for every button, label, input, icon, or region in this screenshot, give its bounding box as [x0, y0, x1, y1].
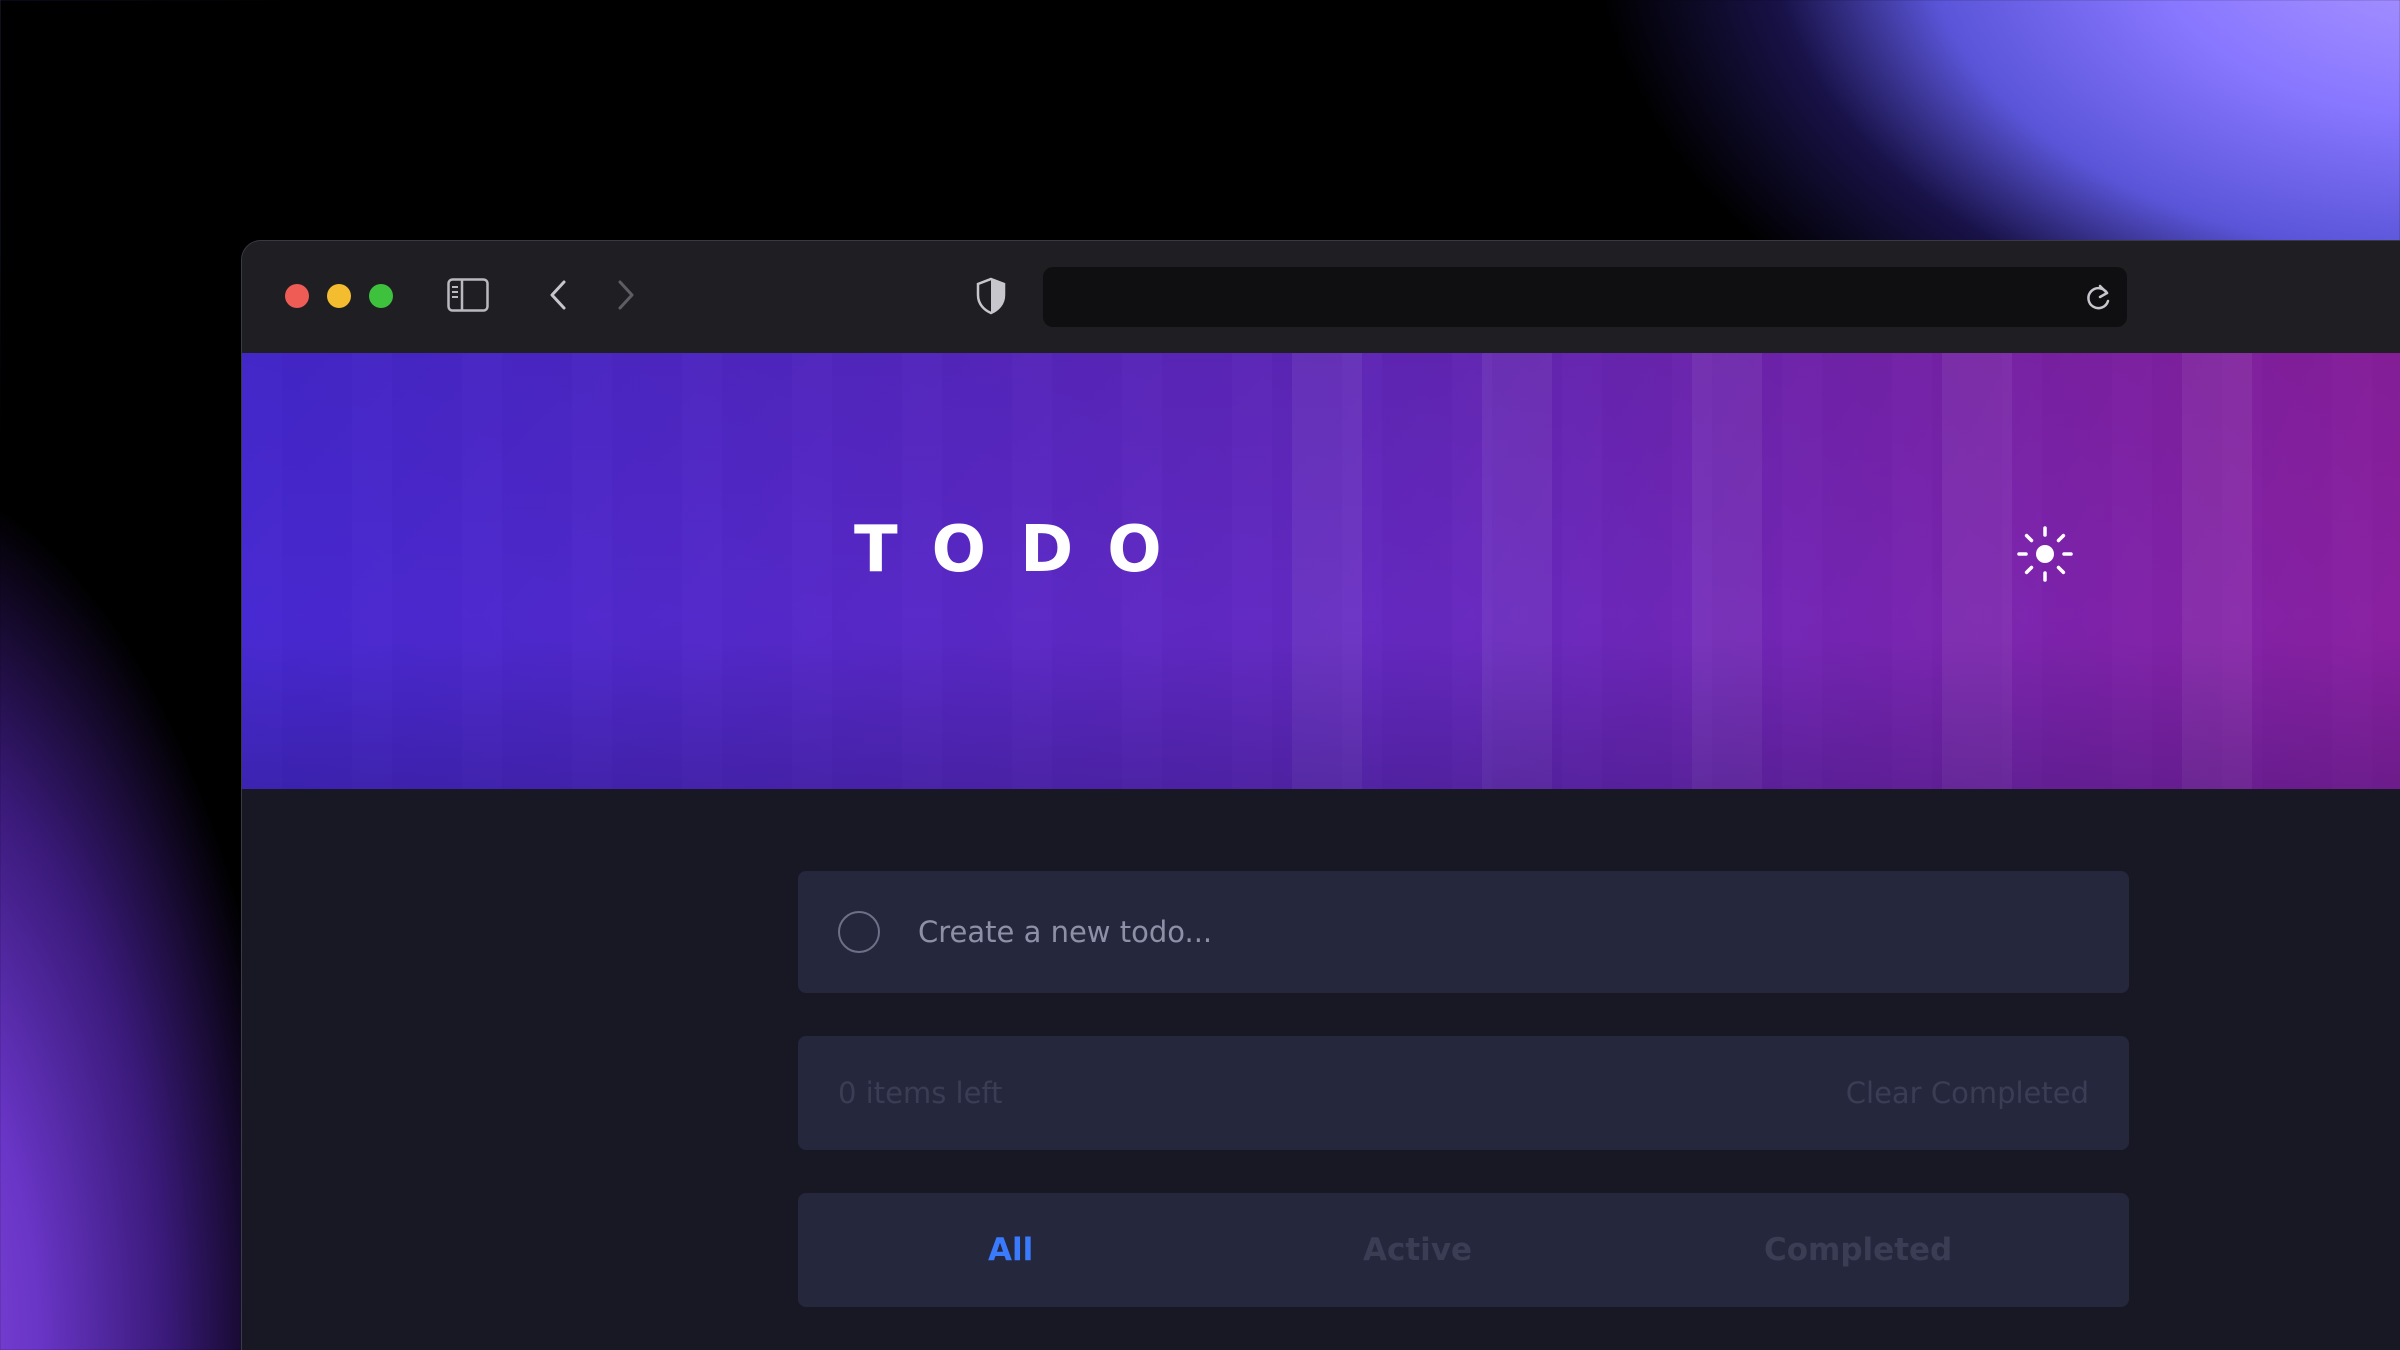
forward-arrow-icon[interactable] [608, 277, 644, 313]
minimize-window-button[interactable] [327, 284, 351, 308]
reload-icon[interactable] [2083, 281, 2115, 313]
new-todo-input[interactable] [918, 899, 2068, 965]
address-bar[interactable] [1043, 267, 2127, 327]
items-left-count: 0 items left [838, 1076, 1003, 1110]
maximize-window-button[interactable] [369, 284, 393, 308]
clear-completed-button[interactable]: Clear Completed [1846, 1076, 2089, 1110]
browser-window: TODO Create a new todo... 0 items left C… [241, 240, 2400, 1350]
hero-banner: TODO [242, 353, 2400, 789]
sun-icon [2016, 525, 2074, 587]
browser-toolbar [242, 241, 2400, 353]
filter-bar: All Active Completed [798, 1193, 2129, 1307]
sidebar-toggle-icon[interactable] [447, 277, 489, 313]
new-todo-checkbox[interactable] [838, 911, 880, 953]
back-arrow-icon[interactable] [540, 277, 576, 313]
close-window-button[interactable] [285, 284, 309, 308]
filter-active-tab[interactable]: Active [1363, 1193, 1472, 1307]
privacy-shield-icon[interactable] [972, 275, 1010, 317]
background-floor [242, 639, 2400, 789]
todo-status-bar: 0 items left Clear Completed [798, 1036, 2129, 1150]
todo-app-page: TODO Create a new todo... 0 items left C… [242, 353, 2400, 1350]
filter-completed-tab[interactable]: Completed [1764, 1193, 1952, 1307]
filter-all-tab[interactable]: All [988, 1193, 1033, 1307]
theme-toggle-button[interactable] [2012, 523, 2078, 589]
app-title: TODO [854, 513, 1196, 587]
new-todo-card [798, 871, 2129, 993]
